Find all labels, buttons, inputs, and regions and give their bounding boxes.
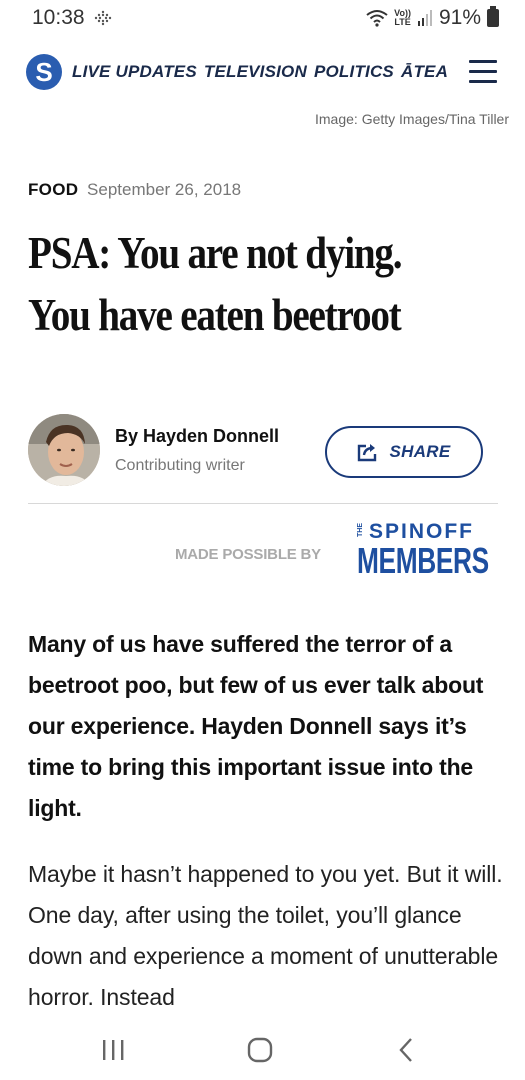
author-avatar[interactable] (28, 414, 100, 486)
logo-the: THE (357, 523, 364, 537)
article-headline: PSA: You are not dying. You have eaten b… (28, 222, 498, 346)
byline: By Hayden Donnell Contributing writer SH… (28, 414, 498, 494)
headline-line-1: PSA: You are not dying. (28, 228, 403, 278)
article-body: Maybe it hasn’t happened to you yet. But… (28, 861, 503, 1010)
status-bar: 10:38 Vo)) LTE 91% (0, 0, 525, 38)
author-role: Contributing writer (115, 457, 245, 474)
system-nav-bar (0, 1020, 525, 1080)
wifi-icon (366, 10, 388, 27)
status-time: 10:38 (32, 6, 85, 29)
volte-icon: Vo)) LTE (394, 8, 411, 27)
members-sponsor: MADE POSSIBLE BY THE SPINOFF MEMBERS (0, 520, 525, 586)
share-label: SHARE (389, 442, 451, 461)
back-icon[interactable] (386, 1034, 426, 1066)
spinoff-logo[interactable]: S (26, 54, 62, 90)
image-credit: Image: Getty Images/Tina Tiller (315, 111, 509, 127)
publish-date: September 26, 2018 (87, 180, 242, 199)
status-indicators: Vo)) LTE 91% (366, 6, 499, 30)
spinoff-members-logo[interactable]: THE SPINOFF MEMBERS (357, 520, 497, 584)
top-nav: LIVE UPDATES TELEVISION POLITICS ĀTEA (72, 62, 448, 82)
nav-atea[interactable]: ĀTEA (401, 62, 448, 82)
author-name[interactable]: By Hayden Donnell (115, 426, 279, 447)
signal-icon (417, 10, 432, 26)
app-notification-icon (94, 10, 112, 26)
battery-icon (487, 6, 499, 27)
category-link[interactable]: FOOD (28, 180, 78, 199)
hamburger-menu-icon[interactable] (469, 60, 497, 84)
nav-television[interactable]: TELEVISION (204, 62, 307, 82)
made-possible-label: MADE POSSIBLE BY (175, 546, 321, 563)
share-icon (358, 444, 377, 462)
divider (28, 503, 498, 504)
site-header: S LIVE UPDATES TELEVISION POLITICS ĀTEA (0, 52, 525, 92)
headline-line-2: You have eaten beetroot (28, 290, 402, 340)
article-meta: FOOD September 26, 2018 (28, 180, 241, 200)
article-intro: Many of us have suffered the terror of a… (28, 631, 484, 821)
home-icon[interactable] (240, 1034, 280, 1066)
recent-apps-icon[interactable] (93, 1034, 133, 1066)
logo-members: MEMBERS (357, 540, 489, 581)
nav-live-updates[interactable]: LIVE UPDATES (72, 62, 197, 82)
share-button[interactable]: SHARE (325, 426, 483, 478)
nav-politics[interactable]: POLITICS (314, 62, 394, 82)
battery-percent: 91% (438, 6, 481, 29)
